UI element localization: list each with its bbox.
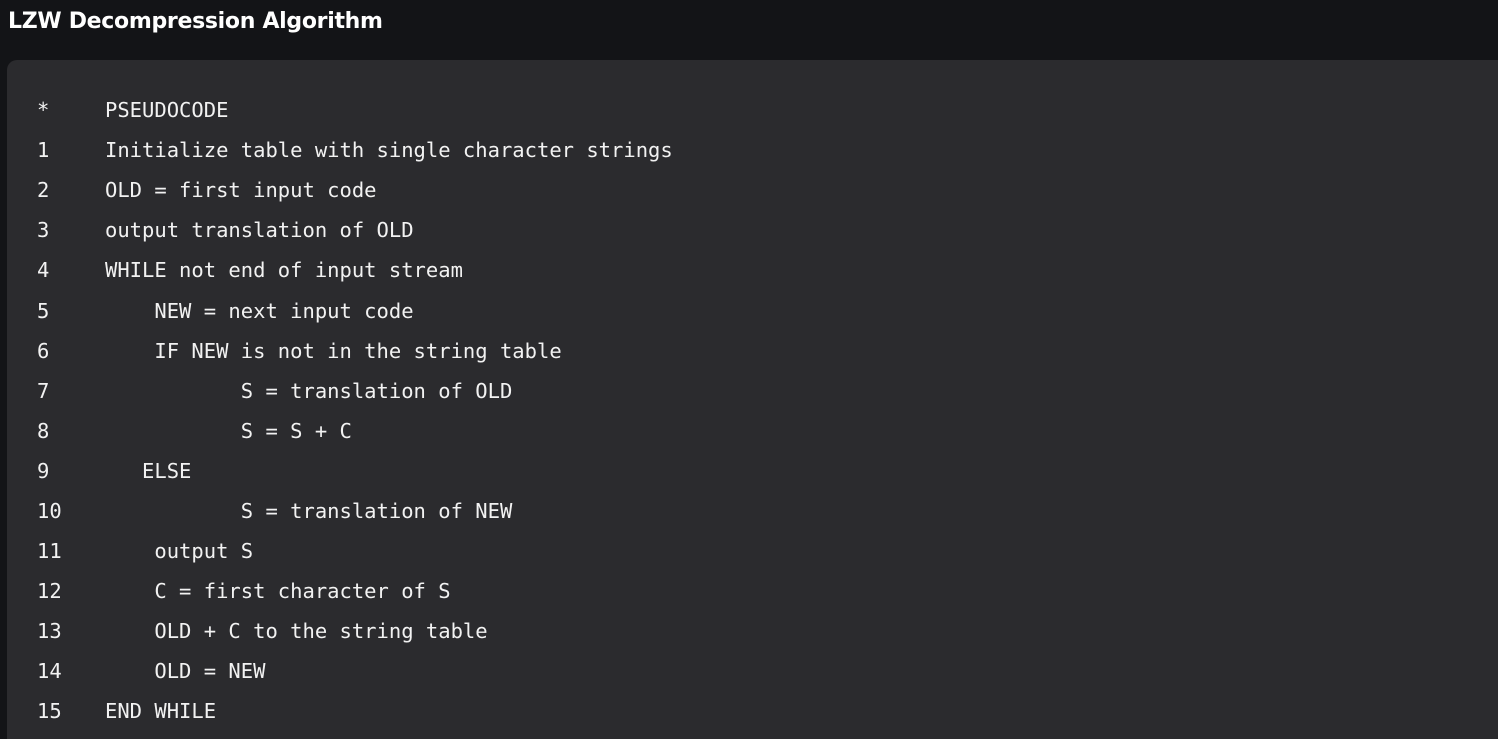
line-number: 10 xyxy=(37,498,62,523)
code-line: 4 WHILE not end of input stream xyxy=(7,250,1498,290)
line-number: 4 xyxy=(37,258,50,283)
line-number: 14 xyxy=(37,659,62,684)
line-number: 13 xyxy=(37,619,62,644)
code-line: 7 S = translation of OLD xyxy=(7,371,1498,411)
line-number: 12 xyxy=(37,579,62,604)
line-text: output S xyxy=(105,539,254,564)
line-number: 7 xyxy=(37,378,50,403)
line-number: 1 xyxy=(37,138,50,163)
code-line: 8 S = S + C xyxy=(7,411,1498,451)
line-text: S = translation of OLD xyxy=(105,378,513,403)
code-line: 1 Initialize table with single character … xyxy=(7,130,1498,170)
line-text: PSEUDOCODE xyxy=(105,98,229,123)
line-text: Initialize table with single character s… xyxy=(105,138,673,163)
code-line: 2 OLD = first input code xyxy=(7,170,1498,210)
code-line: 3 output translation of OLD xyxy=(7,210,1498,250)
line-text: NEW = next input code xyxy=(105,298,414,323)
line-number: 6 xyxy=(37,338,50,363)
code-line: 5 NEW = next input code xyxy=(7,290,1498,330)
code-line: 9 ELSE xyxy=(7,451,1498,491)
line-number: 3 xyxy=(37,218,50,243)
code-line: 10 S = translation of NEW xyxy=(7,491,1498,531)
line-number: 15 xyxy=(37,699,62,724)
line-text: ELSE xyxy=(105,458,192,483)
line-text: S = S + C xyxy=(105,418,352,443)
line-text: END WHILE xyxy=(105,699,217,724)
line-text: WHILE not end of input stream xyxy=(105,258,463,283)
code-line: 14 OLD = NEW xyxy=(7,651,1498,691)
line-number: 2 xyxy=(37,178,50,203)
page-title: LZW Decompression Algorithm xyxy=(8,9,383,34)
line-text: IF NEW is not in the string table xyxy=(105,338,562,363)
line-number: 9 xyxy=(37,458,50,483)
line-text: output translation of OLD xyxy=(105,218,414,243)
code-line: * PSEUDOCODE xyxy=(7,90,1498,130)
code-block[interactable]: * PSEUDOCODE 1 Initialize table with singl… xyxy=(7,60,1498,739)
line-text: C = first character of S xyxy=(105,579,451,604)
code-line: 15 END WHILE xyxy=(7,691,1498,731)
code-line: 11 output S xyxy=(7,531,1498,571)
line-text: OLD + C to the string table xyxy=(105,619,488,644)
line-number: 8 xyxy=(37,418,50,443)
line-text: OLD = NEW xyxy=(105,659,266,684)
line-number: * xyxy=(37,98,50,123)
line-text: S = translation of NEW xyxy=(105,498,513,523)
code-line: 6 IF NEW is not in the string table xyxy=(7,331,1498,371)
code-line: 12 C = first character of S xyxy=(7,571,1498,611)
line-number: 5 xyxy=(37,298,50,323)
code-line: 13 OLD + C to the string table xyxy=(7,611,1498,651)
line-number: 11 xyxy=(37,539,62,564)
line-text: OLD = first input code xyxy=(105,178,377,203)
